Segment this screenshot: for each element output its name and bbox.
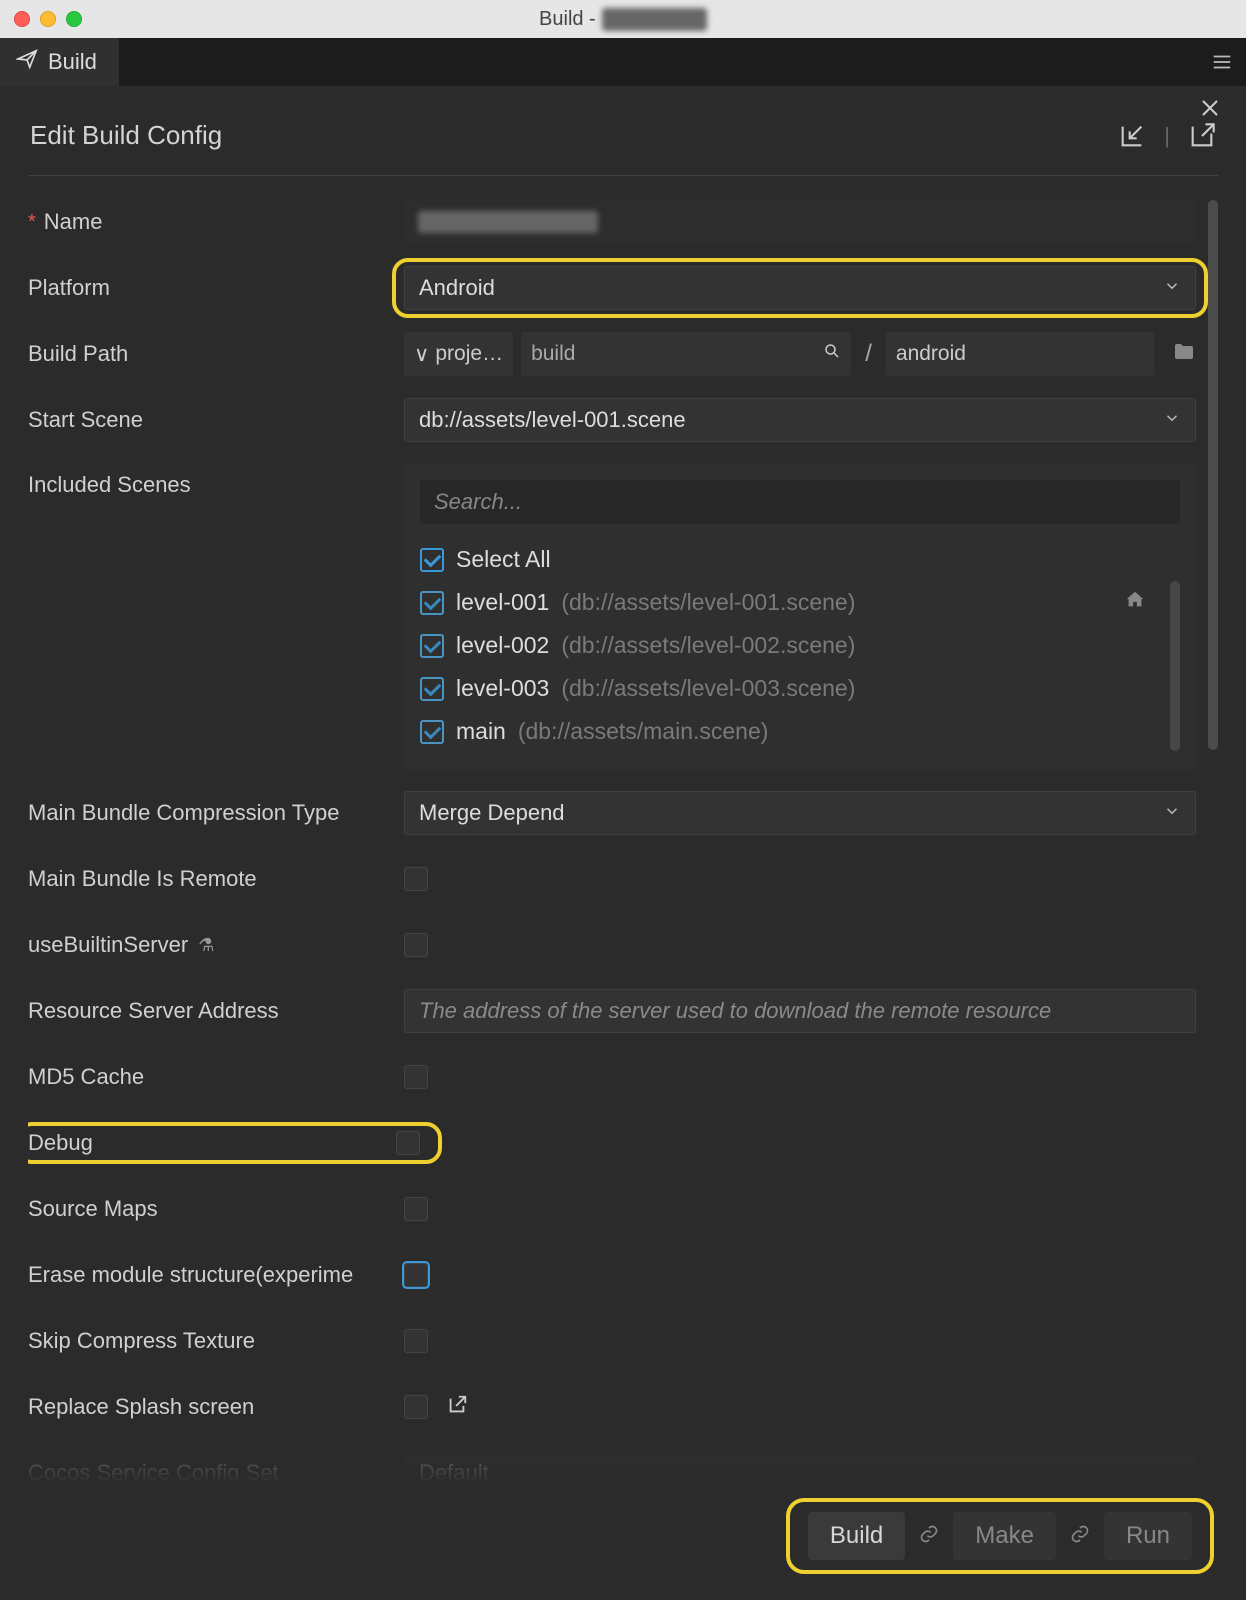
beaker-icon: ⚗ — [198, 935, 214, 956]
required-asterisk: * — [28, 211, 36, 234]
is-remote-label: Main Bundle Is Remote — [28, 866, 257, 892]
resource-server-label: Resource Server Address — [28, 998, 279, 1024]
close-panel-button[interactable] — [1196, 94, 1224, 122]
compression-label: Main Bundle Compression Type — [28, 800, 339, 826]
name-label: Name — [44, 209, 103, 235]
chevron-down-icon — [1163, 800, 1181, 826]
scene-path: (db://assets/level-002.scene) — [561, 632, 855, 659]
path-target-input[interactable]: android — [886, 332, 1154, 376]
skip-compress-label: Skip Compress Texture — [28, 1328, 255, 1354]
build-button[interactable]: Build — [808, 1512, 905, 1560]
tab-bar: Build — [0, 38, 1246, 86]
paper-plane-icon — [16, 48, 38, 76]
zoom-window-button[interactable] — [66, 11, 82, 27]
chevron-down-icon — [1163, 407, 1181, 433]
scene-name: main — [456, 718, 506, 745]
builtin-server-checkbox[interactable] — [404, 933, 428, 957]
scene-search-input[interactable]: Search... — [420, 480, 1180, 524]
replace-splash-checkbox[interactable] — [404, 1395, 428, 1419]
replace-splash-label: Replace Splash screen — [28, 1394, 254, 1420]
browse-folder-button[interactable] — [1162, 340, 1196, 369]
platform-label: Platform — [28, 275, 110, 301]
path-folder-input[interactable]: build — [521, 332, 851, 376]
scene-name: level-003 — [456, 675, 549, 702]
panel-header: Edit Build Config | — [28, 114, 1218, 176]
md5-checkbox[interactable] — [404, 1065, 428, 1089]
tab-build[interactable]: Build — [0, 38, 119, 86]
export-config-button[interactable] — [1188, 122, 1216, 150]
select-all-label: Select All — [456, 546, 551, 573]
scene-checkbox[interactable] — [420, 591, 444, 615]
close-window-button[interactable] — [14, 11, 30, 27]
start-scene-select[interactable]: db://assets/level-001.scene — [404, 398, 1196, 442]
path-separator: / — [859, 340, 878, 368]
footer: Build Make Run — [28, 1484, 1218, 1572]
source-maps-label: Source Maps — [28, 1196, 158, 1222]
import-config-button[interactable] — [1118, 122, 1146, 150]
window-title: Build - ■ ■■■ ■■ ■ — [539, 8, 707, 31]
panel-title: Edit Build Config — [30, 120, 222, 151]
builtin-server-label: useBuiltinServer — [28, 932, 188, 958]
path-root-dropdown[interactable]: ∨ proje… — [404, 332, 513, 376]
home-icon[interactable] — [1124, 589, 1146, 616]
search-icon[interactable] — [823, 342, 841, 366]
scenes-scrollbar[interactable] — [1170, 581, 1180, 751]
link-icon — [1070, 1524, 1090, 1549]
link-icon — [919, 1524, 939, 1549]
debug-checkbox[interactable] — [396, 1131, 420, 1155]
skip-compress-checkbox[interactable] — [404, 1329, 428, 1353]
start-scene-label: Start Scene — [28, 407, 143, 433]
name-input[interactable]: ■■ ■■■ ■■ — [404, 200, 1196, 244]
action-buttons-group: Build Make Run — [790, 1502, 1210, 1570]
erase-module-checkbox[interactable] — [404, 1263, 428, 1287]
scene-name: level-002 — [456, 632, 549, 659]
build-path-label: Build Path — [28, 341, 128, 367]
chevron-down-icon — [1163, 275, 1181, 301]
scenes-list: level-001 (db://assets/level-001.scene) … — [420, 581, 1180, 753]
scene-path: (db://assets/main.scene) — [518, 718, 769, 745]
scene-path: (db://assets/level-003.scene) — [561, 675, 855, 702]
compression-select[interactable]: Merge Depend — [404, 791, 1196, 835]
included-scenes-label: Included Scenes — [28, 472, 191, 498]
erase-module-label: Erase module structure(experime — [28, 1262, 353, 1288]
scene-path: (db://assets/level-001.scene) — [561, 589, 855, 616]
select-all-checkbox[interactable] — [420, 548, 444, 572]
titlebar: Build - ■ ■■■ ■■ ■ — [0, 0, 1246, 38]
platform-select[interactable]: Android — [404, 266, 1196, 310]
scene-checkbox[interactable] — [420, 720, 444, 744]
external-link-icon[interactable] — [446, 1394, 468, 1421]
service-config-select[interactable]: Default — [404, 1457, 1196, 1484]
included-scenes-panel: Search... Select All — [404, 464, 1196, 769]
hamburger-menu-button[interactable] — [1198, 38, 1246, 86]
form-scrollbar[interactable] — [1208, 200, 1218, 750]
separator: | — [1164, 123, 1170, 149]
scene-name: level-001 — [456, 589, 549, 616]
debug-label: Debug — [28, 1130, 93, 1156]
minimize-window-button[interactable] — [40, 11, 56, 27]
service-config-label: Cocos Service Config Set — [28, 1460, 279, 1484]
run-button[interactable]: Run — [1104, 1512, 1192, 1560]
is-remote-checkbox[interactable] — [404, 867, 428, 891]
scene-checkbox[interactable] — [420, 634, 444, 658]
scene-checkbox[interactable] — [420, 677, 444, 701]
source-maps-checkbox[interactable] — [404, 1197, 428, 1221]
resource-server-input[interactable]: The address of the server used to downlo… — [404, 989, 1196, 1033]
make-button[interactable]: Make — [953, 1512, 1056, 1560]
tab-label: Build — [48, 49, 97, 75]
md5-label: MD5 Cache — [28, 1064, 144, 1090]
traffic-lights — [14, 11, 82, 27]
